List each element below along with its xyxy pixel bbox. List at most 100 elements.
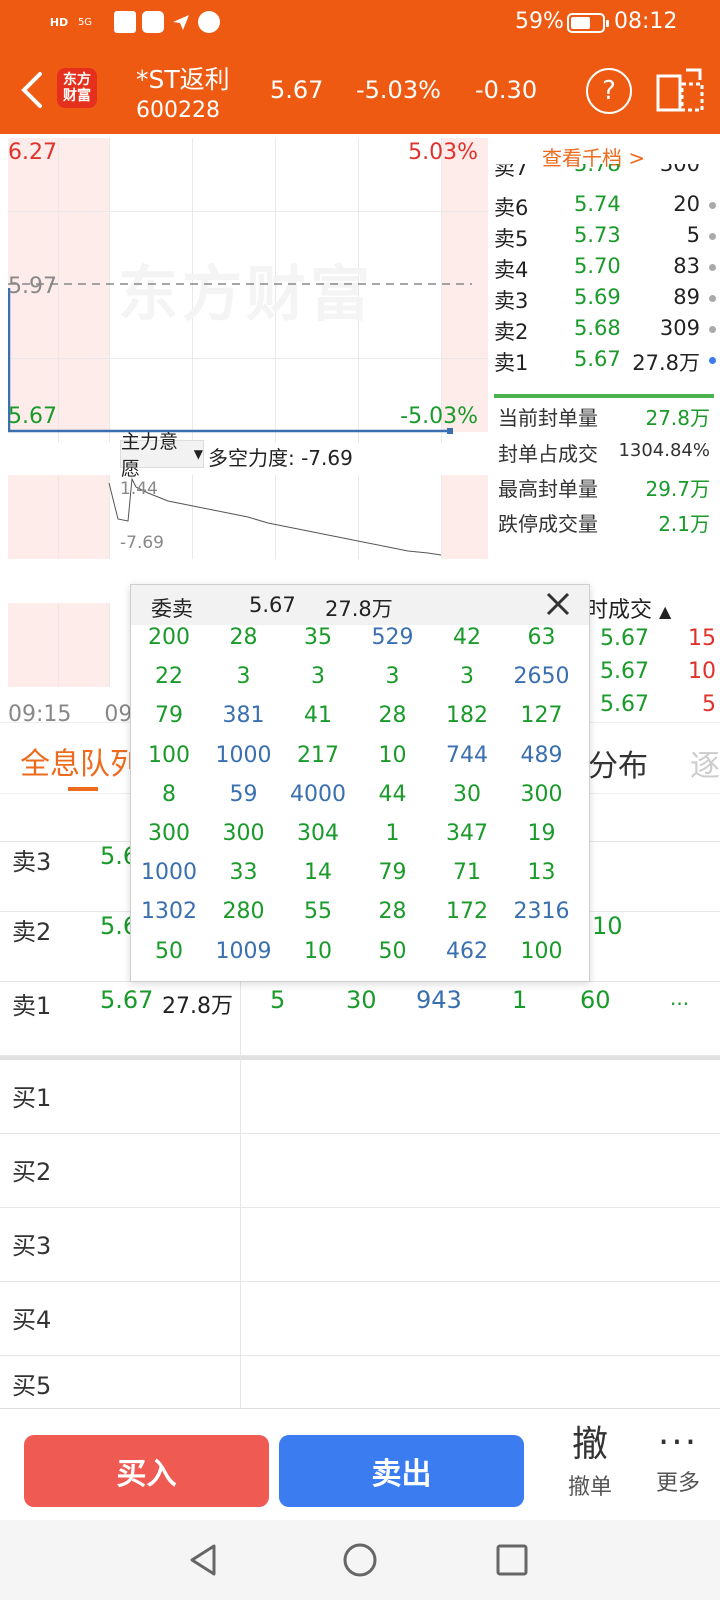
indicator-bottom-value: -7.69 xyxy=(120,533,164,553)
nav-back-button[interactable] xyxy=(184,1540,224,1580)
dot-icon xyxy=(709,202,716,209)
more-label: 更多 xyxy=(655,1471,700,1496)
tab-queue[interactable]: 全息队列 xyxy=(20,739,140,783)
tab-more[interactable]: 逐 xyxy=(690,741,720,785)
order-size-cell: 79 xyxy=(378,860,407,886)
ask-row-3: 卖3 5.69 89 xyxy=(494,285,716,315)
order-size-cell: 33 xyxy=(229,860,258,886)
order-size-cell: 8 xyxy=(162,781,176,807)
order-size-cell: 28 xyxy=(229,625,258,650)
popup-price: 5.67 xyxy=(249,593,296,617)
globe-notification-icon xyxy=(198,11,220,33)
order-size-cell: 300 xyxy=(222,821,265,846)
caret-down-icon: ▼ xyxy=(193,447,203,461)
order-size-cell: 14 xyxy=(304,860,332,886)
order-size-cell: 347 xyxy=(446,821,488,846)
mail-notification-icon xyxy=(142,11,164,33)
header-change-percent: -5.03% xyxy=(356,76,441,104)
seal-ratio: 封单占成交 1304.84% xyxy=(498,440,710,466)
more-items-indicator[interactable]: ... xyxy=(670,986,689,1010)
nav-recents-button[interactable] xyxy=(492,1540,532,1580)
circle-home-icon xyxy=(343,1543,377,1577)
order-size-cell: 1009 xyxy=(215,938,272,964)
layout-toggle-button[interactable] xyxy=(656,66,706,114)
transactions-header[interactable]: 时成交 ▲ xyxy=(586,592,671,624)
order-size-cell: 3 xyxy=(311,664,325,690)
queue-row-buy3[interactable]: 买3 xyxy=(0,1208,720,1282)
order-size-cell: 2316 xyxy=(513,899,570,925)
queue-row-buy5[interactable]: 买5 xyxy=(0,1356,720,1410)
order-book-separator xyxy=(494,394,714,398)
tab-distribution[interactable]: 分布 xyxy=(588,741,648,785)
app-logo: 东方 财富 xyxy=(57,68,97,108)
order-size-cell: 3 xyxy=(460,664,474,690)
dot-icon xyxy=(709,326,716,333)
sell-queue-popup: 委卖 5.67 27.8万 200 28 35 529 42 63 22 3 3 3 3 2650 79… xyxy=(130,584,590,982)
order-size-cell: 28 xyxy=(378,703,407,729)
order-size-cell: 3 xyxy=(236,664,251,690)
order-size-cell: 50 xyxy=(155,938,183,964)
order-size-cell: 63 xyxy=(527,625,556,650)
order-size-cell: 127 xyxy=(520,703,563,729)
order-size-cell: 10 xyxy=(378,742,407,768)
nav-home-button[interactable] xyxy=(340,1540,380,1580)
order-size-cell: 182 xyxy=(446,703,488,729)
popup-volume: 27.8万 xyxy=(325,597,393,621)
dot-icon xyxy=(709,295,716,302)
cancel-order-button[interactable]: 撤 撤单 xyxy=(560,1421,620,1511)
order-size-cell: 59 xyxy=(229,781,258,807)
order-size-cell: 3 xyxy=(385,664,400,690)
close-button[interactable] xyxy=(543,589,573,619)
indicator-select[interactable]: 主力意愿 ▼ xyxy=(120,431,204,480)
more-icon: ··· xyxy=(657,1422,699,1463)
indicator-chart[interactable]: 1.44 -7.69 xyxy=(8,475,488,559)
back-button[interactable] xyxy=(14,68,48,112)
price-line xyxy=(8,288,450,433)
queue-row-buy1[interactable]: 买1 xyxy=(0,1060,720,1134)
system-nav-bar xyxy=(0,1520,720,1600)
order-size-cell: 172 xyxy=(446,899,488,925)
header-change: -0.30 xyxy=(475,76,538,104)
order-size-cell: 200 xyxy=(148,625,190,650)
app-notification-icon xyxy=(114,11,136,33)
cancel-order-label: 撤单 xyxy=(567,1475,612,1500)
order-size-cell: 100 xyxy=(148,742,190,768)
sell-button[interactable]: 卖出 xyxy=(279,1435,524,1507)
stock-code: 600228 xyxy=(136,98,220,123)
dot-icon xyxy=(709,264,716,271)
indicator-line-svg xyxy=(108,477,442,556)
battery-icon xyxy=(567,13,609,33)
chart-low-price: 5.67 xyxy=(8,404,57,429)
order-size-cell: 1302 xyxy=(141,899,197,925)
queue-row-buy2[interactable]: 买2 xyxy=(0,1134,720,1208)
hd-icon: HD xyxy=(49,15,69,29)
order-size-cell: 4000 xyxy=(290,781,346,807)
dot-icon xyxy=(709,357,716,364)
order-size-cell: 280 xyxy=(222,899,265,925)
help-button[interactable]: ? xyxy=(586,68,632,114)
seal-limit-volume: 跌停成交量 2.1万 xyxy=(498,512,710,536)
buy-button[interactable]: 买入 xyxy=(24,1435,269,1507)
battery-percent: 59% xyxy=(515,9,564,34)
app-header: HD 5G 59% 08:12 东方 财富 *ST返利 600228 5.67 … xyxy=(0,0,720,134)
order-size-cell: 217 xyxy=(297,742,339,768)
stock-name[interactable]: *ST返利 xyxy=(136,60,230,96)
intraday-chart[interactable]: 东方财富 6.27 5.03% 5.97 5.67 -5.03% xyxy=(8,138,488,443)
order-size-cell: 41 xyxy=(304,703,332,729)
chart-high-price: 6.27 xyxy=(8,140,57,165)
order-size-cell: 13 xyxy=(527,860,556,886)
order-size-cell: 381 xyxy=(222,703,265,729)
queue-row-sell1[interactable]: 卖1 5.67 27.8万 5 30 943 1 60 ... xyxy=(0,982,720,1056)
order-size-cell: 1 xyxy=(385,821,400,846)
queue-row-buy4[interactable]: 买4 xyxy=(0,1282,720,1356)
cancel-icon: 撤 xyxy=(571,1424,608,1465)
order-size-cell: 55 xyxy=(304,899,332,925)
ask-row-2: 卖2 5.68 309 xyxy=(494,316,716,346)
price-line-svg xyxy=(8,283,472,434)
order-size-cell: 79 xyxy=(155,703,183,729)
more-button[interactable]: ··· 更多 xyxy=(648,1421,708,1511)
caret-up-icon: ▲ xyxy=(659,602,672,621)
dot-icon xyxy=(709,233,716,240)
order-size-cell: 1000 xyxy=(141,860,197,886)
order-size-cell: 10 xyxy=(304,938,332,964)
